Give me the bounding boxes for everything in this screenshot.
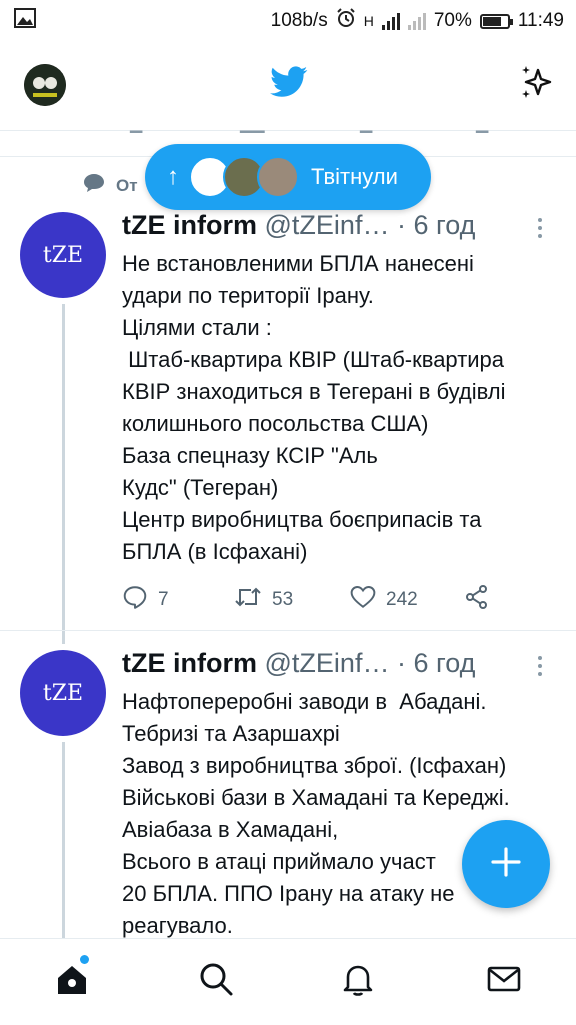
- tweet-line: Кудс" (Тегеран): [122, 475, 279, 500]
- status-bar: 108b/s H 70% 11:49: [0, 0, 576, 40]
- twitter-bird-icon: [270, 66, 308, 103]
- gallery-notification-icon: [14, 8, 36, 34]
- social-context-text: От: [116, 175, 138, 195]
- thread-line: [62, 742, 65, 938]
- separator: ·: [396, 210, 406, 240]
- share-button[interactable]: [464, 584, 490, 616]
- nav-home[interactable]: [54, 955, 90, 1002]
- tweet-time[interactable]: 6 год: [413, 648, 475, 678]
- compose-tweet-button[interactable]: [462, 820, 550, 908]
- tweet[interactable]: tZE tZE inform @tZEinf… · 6 год Не встан…: [0, 208, 576, 644]
- tweet-header: tZE inform @tZEinf… · 6 год: [122, 646, 532, 680]
- tweet-line: реагувало.: [122, 913, 233, 938]
- signal-icon: [381, 12, 400, 30]
- tweet-line: Центр виробництва боєприпасів та: [122, 507, 482, 532]
- nav-notifications[interactable]: [340, 961, 376, 1002]
- tweet-line: Штаб-квартира КВІР (Штаб-квартира: [122, 347, 505, 372]
- retweet-count: 53: [272, 589, 294, 610]
- tweet-line: удари по території Ірану.: [122, 283, 374, 308]
- more-options-icon[interactable]: [538, 218, 542, 238]
- tweet-line: Цілями стали :: [122, 315, 272, 340]
- clock: 11:49: [517, 10, 564, 31]
- like-count: 242: [386, 589, 418, 610]
- pill-avatar: [257, 156, 299, 198]
- tweet-line: колишнього посольства США): [122, 411, 429, 436]
- pill-avatars: [189, 156, 299, 198]
- battery-icon: [479, 13, 513, 29]
- top-app-bar: [0, 40, 576, 131]
- thread-line: [62, 304, 65, 644]
- social-context: От: [82, 172, 138, 199]
- arrow-up-icon: ↑: [167, 163, 179, 190]
- new-tweets-label: Твітнули: [311, 164, 398, 189]
- tweet-line: КВІР знаходиться в Тегерані в будівлі: [122, 379, 506, 404]
- battery-percent: 70%: [433, 10, 472, 31]
- author-handle[interactable]: @tZEinf…: [265, 648, 390, 678]
- tweet-line: Тебризі та Азаршахрі: [122, 721, 340, 746]
- like-button[interactable]: 242: [350, 585, 464, 615]
- home-icon: [54, 966, 90, 1001]
- comment-bubble-icon: [82, 172, 106, 199]
- author-avatar[interactable]: tZE: [20, 212, 106, 298]
- profile-avatar-button[interactable]: [24, 64, 66, 106]
- alarm-icon: [336, 8, 356, 34]
- nav-messages[interactable]: [486, 961, 522, 1002]
- notifications-bell-icon: [340, 965, 376, 1001]
- retweet-button[interactable]: 53: [234, 585, 350, 615]
- tweet-line: БПЛА (в Ісфахані): [122, 539, 308, 564]
- author-avatar[interactable]: tZE: [20, 650, 106, 736]
- reply-button[interactable]: 7: [122, 584, 234, 616]
- heart-icon: [350, 585, 376, 615]
- tweet-line: Військові бази в Хамадані та Кереджі.: [122, 785, 510, 810]
- bottom-navigation: [0, 938, 576, 1025]
- tweet-actions: 7 53 242: [122, 584, 490, 616]
- share-icon: [464, 584, 490, 616]
- tweet-header: tZE inform @tZEinf… · 6 год: [122, 208, 532, 242]
- network-type-label: H: [363, 13, 374, 29]
- net-speed: 108b/s: [270, 10, 328, 31]
- reply-count: 7: [158, 589, 169, 610]
- author-name[interactable]: tZE inform: [122, 210, 257, 240]
- sparkle-icon[interactable]: [518, 64, 556, 107]
- tweet-divider: [0, 630, 576, 631]
- tweet-line: Завод з виробництва зброї. (Ісфахан): [122, 753, 507, 778]
- new-tweets-pill[interactable]: ↑ Твітнули: [145, 144, 431, 210]
- messages-mail-icon: [486, 966, 522, 1001]
- tweet-time[interactable]: 6 год: [413, 210, 475, 240]
- plus-icon: [489, 845, 523, 884]
- home-unread-dot: [80, 955, 89, 964]
- tweet-text: Не встановленими БПЛА нанесені удари по …: [122, 248, 562, 568]
- tweet-line: Не встановленими БПЛА нанесені: [122, 251, 474, 276]
- author-handle[interactable]: @tZEinf…: [265, 210, 390, 240]
- separator: ·: [396, 648, 406, 678]
- nav-search[interactable]: [198, 961, 234, 1002]
- signal-secondary-icon: [407, 12, 426, 30]
- tweet-line: База спецназу КСІР "Аль: [122, 443, 378, 468]
- tweet-line: Нафтопереробні заводи в Абадані.: [122, 689, 487, 714]
- search-icon: [198, 963, 234, 1001]
- retweet-icon: [234, 585, 262, 615]
- more-options-icon[interactable]: [538, 656, 542, 676]
- reply-icon: [122, 584, 148, 616]
- author-name[interactable]: tZE inform: [122, 648, 257, 678]
